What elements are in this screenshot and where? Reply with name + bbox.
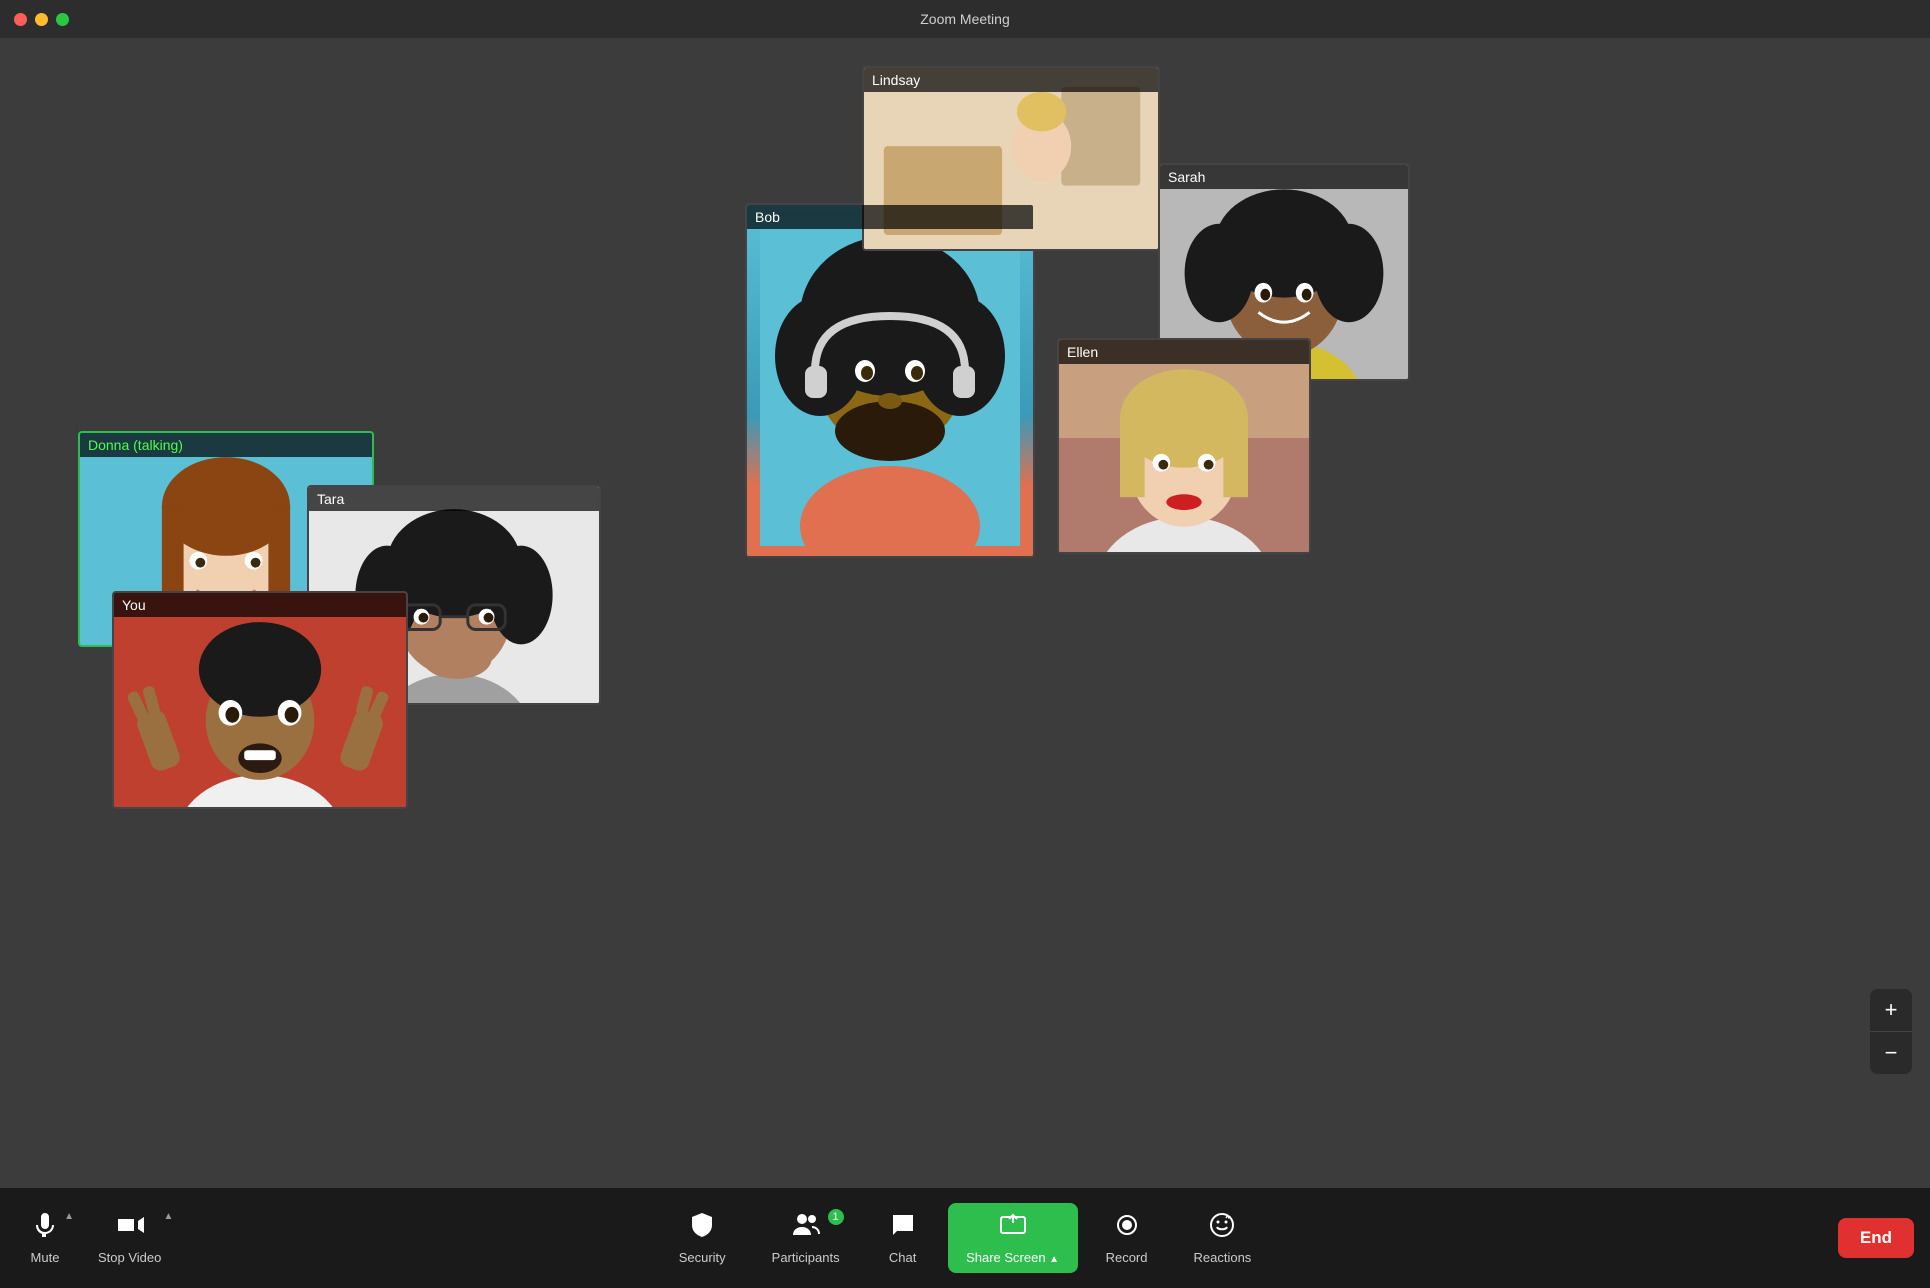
toolbar-center: Security 1 Participants Chat [661,1203,1270,1273]
zoom-in-button[interactable]: + [1870,989,1912,1031]
participant-name-donna: Donna (talking) [80,433,372,457]
security-button[interactable]: Security [661,1203,744,1273]
participants-button[interactable]: 1 Participants [754,1203,858,1273]
participant-tile-ellen[interactable]: Ellen [1057,338,1311,554]
participant-tile-you[interactable]: You [112,591,408,809]
traffic-lights [14,13,69,26]
participant-video-ellen [1059,340,1309,552]
mute-chevron: ▲ [64,1211,74,1222]
close-button[interactable] [14,13,27,26]
participants-label: Participants [772,1250,840,1265]
maximize-button[interactable] [56,13,69,26]
participant-video-bob [747,205,1033,556]
participants-icon [792,1211,820,1246]
zoom-out-button[interactable]: − [1870,1032,1912,1074]
stop-video-button[interactable]: ▲ Stop Video [80,1203,179,1273]
security-icon [688,1211,716,1246]
chat-label: Chat [889,1250,916,1265]
participant-name-sarah: Sarah [1160,165,1408,189]
toolbar-left: ▲ Mute ▲ Stop Video [0,1188,179,1288]
toolbar: ▲ Mute ▲ Stop Video Security [0,1188,1930,1288]
share-screen-button[interactable]: Share Screen ▲ [948,1203,1078,1273]
window-title: Zoom Meeting [920,11,1009,27]
record-button[interactable]: Record [1088,1203,1166,1273]
participant-video-you [114,593,406,807]
participant-name-you: You [114,593,406,617]
chat-icon [889,1211,917,1246]
participant-name-bob: Bob [747,205,1033,229]
mute-button[interactable]: ▲ Mute [10,1203,80,1273]
record-label: Record [1106,1250,1148,1265]
main-area: Bob [0,38,1930,1188]
chat-button[interactable]: Chat [868,1203,938,1273]
participant-name-ellen: Ellen [1059,340,1309,364]
participant-name-lindsay: Lindsay [864,68,1158,92]
record-icon [1113,1211,1141,1246]
video-icon [116,1211,144,1246]
minimize-button[interactable] [35,13,48,26]
reactions-icon [1208,1211,1236,1246]
mute-icon [31,1211,59,1246]
reactions-label: Reactions [1194,1250,1252,1265]
toolbar-right: End [1838,1188,1930,1288]
share-screen-label: Share Screen ▲ [966,1250,1059,1265]
share-screen-icon [999,1211,1027,1246]
zoom-controls: + − [1870,989,1912,1074]
security-label: Security [679,1250,726,1265]
video-chevron: ▲ [163,1211,173,1222]
stop-video-label: Stop Video [98,1250,161,1265]
reactions-button[interactable]: Reactions [1176,1203,1270,1273]
mute-label: Mute [31,1250,60,1265]
title-bar: Zoom Meeting [0,0,1930,38]
participants-count: 1 [828,1209,844,1225]
participant-tile-bob[interactable]: Bob [745,203,1035,558]
participant-name-tara: Tara [309,487,599,511]
end-button[interactable]: End [1838,1218,1914,1258]
